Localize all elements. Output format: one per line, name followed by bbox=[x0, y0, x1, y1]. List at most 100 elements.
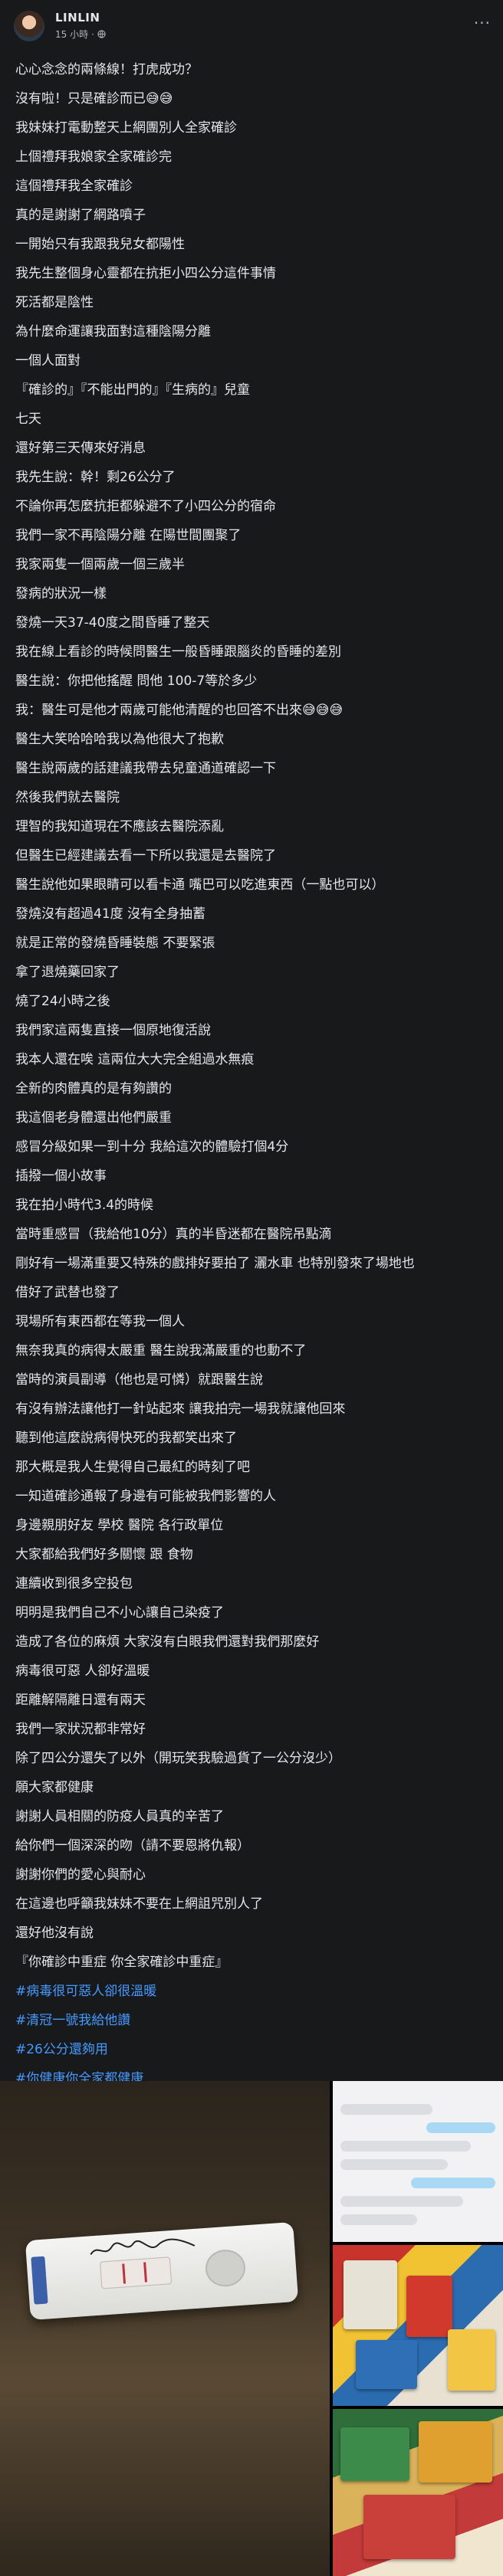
chat-bubble bbox=[340, 2141, 471, 2152]
photo-thumbnails bbox=[333, 2081, 503, 2576]
post-line: 我在線上看診的時候問醫生一般昏睡跟腦炎的昏睡的差別 bbox=[15, 644, 341, 660]
post-meta: 15 小時 · bbox=[55, 28, 106, 41]
post-line: 心心念念的兩條線！打虎成功？ bbox=[15, 62, 198, 77]
chat-bubble bbox=[426, 2122, 495, 2133]
post-line: 當時的演員副導（他也是可憐）就跟醫生說 bbox=[15, 1372, 263, 1388]
post-line: 還好他沒有說 bbox=[15, 1925, 94, 1941]
chat-bubble bbox=[340, 2104, 432, 2115]
post-line: 身邊親朋好友 學校 醫院 各行政單位 bbox=[15, 1518, 224, 1533]
post-line: 連續收到很多空投包 bbox=[15, 1576, 133, 1591]
food-package bbox=[419, 2421, 492, 2483]
post-line: 我這個老身體還出他們嚴重 bbox=[15, 1110, 172, 1126]
post-line: 我妹妹打電動整天上網團別人全家確診 bbox=[15, 120, 237, 136]
meta-separator: · bbox=[91, 28, 94, 40]
post-line: 一開始只有我跟我兒女都陽性 bbox=[15, 237, 185, 252]
post-line: 為什麼命運讓我面對這種陰陽分離 bbox=[15, 324, 211, 339]
post-line: 當時重感冒（我給他10分）真的半昏迷都在醫院吊點滴 bbox=[15, 1227, 332, 1242]
post-line: 在這邊也呼籲我妹妹不要在上網詛咒別人了 bbox=[15, 1896, 263, 1912]
post-line: 給你們一個深深的吻（請不要恩將仇報） bbox=[15, 1838, 250, 1853]
hashtag-link[interactable]: #清冠一號我給他讚 bbox=[15, 2006, 491, 2035]
kit-brand-label bbox=[31, 2256, 48, 2305]
food-package bbox=[340, 2427, 409, 2481]
post-line: 拿了退燒藥回家了 bbox=[15, 965, 120, 980]
photo-test-kit[interactable] bbox=[0, 2081, 330, 2576]
post-line: 還好第三天傳來好消息 bbox=[15, 441, 146, 456]
post-line: 我們家這兩隻直接一個原地復活說 bbox=[15, 1023, 211, 1038]
kit-sample-well bbox=[204, 2248, 247, 2288]
post-line: 距離解隔離日還有兩天 bbox=[15, 1693, 146, 1708]
post-line: 我本人還在唉 這兩位大大完全組過水無痕 bbox=[15, 1052, 255, 1067]
photo-chat-screenshot[interactable] bbox=[333, 2081, 503, 2242]
post-line: 一個人面對 bbox=[15, 353, 81, 369]
post-line: 真的是謝謝了網路噴子 bbox=[15, 208, 146, 223]
post-line: 『確診的』『不能出門的』『生病的』兒童 bbox=[15, 382, 250, 398]
post-line: 我：醫生可是他才兩歲可能他清醒的也回答不出來😅😅😅 bbox=[15, 703, 344, 718]
food-package bbox=[356, 2340, 417, 2389]
chat-bubble bbox=[340, 2159, 448, 2170]
photo-snacks[interactable] bbox=[333, 2409, 503, 2576]
test-line bbox=[143, 2262, 147, 2283]
food-package bbox=[406, 2276, 452, 2337]
post-line: 聽到他這麼說病得快死的我都笑出來了 bbox=[15, 1431, 237, 1446]
post-line: 這個禮拜我全家確診 bbox=[15, 179, 133, 194]
kit-result-window bbox=[99, 2256, 173, 2289]
post-line: 就是正常的發燒昏睡裝態 不要緊張 bbox=[15, 936, 215, 951]
facebook-post: LINLIN 15 小時 · ··· 心心念念的兩條線！打虎成功？ 沒有啦！只是確… bbox=[0, 0, 503, 2576]
post-line: 死活都是陰性 bbox=[15, 295, 94, 310]
chat-bubble bbox=[340, 2214, 417, 2225]
post-line: 病毒很可惡 人卻好溫暖 bbox=[15, 1663, 150, 1679]
control-line bbox=[122, 2263, 127, 2284]
post-line: 我們一家狀況都非常好 bbox=[15, 1722, 146, 1737]
post-line: 無奈我真的病得太嚴重 醫生說我滿嚴重的也動不了 bbox=[15, 1343, 307, 1358]
post-line: 我先生說：幹！剩26公分了 bbox=[15, 470, 176, 485]
more-options-button[interactable]: ··· bbox=[474, 14, 491, 32]
post-line: 現場所有東西都在等我一個人 bbox=[15, 1314, 185, 1329]
post-line: 剛好有一場滿重要又特殊的戲排好要拍了 灑水車 也特別發來了場地也 bbox=[15, 1256, 415, 1271]
post-line: 不論你再怎麼抗拒都躲避不了小四公分的宿命 bbox=[15, 499, 276, 514]
post-line: 發病的狀況一樣 bbox=[15, 586, 107, 601]
food-package bbox=[448, 2329, 495, 2391]
post-line: 上個禮拜我娘家全家確診完 bbox=[15, 149, 172, 165]
hashtag-link[interactable]: #26公分還夠用 bbox=[15, 2035, 491, 2064]
food-package bbox=[363, 2495, 455, 2559]
photo-grid[interactable] bbox=[0, 2081, 503, 2576]
post-line: 除了四公分還失了以外（開玩笑我驗過貨了一公分沒少） bbox=[15, 1751, 341, 1766]
post-header: LINLIN 15 小時 · ··· bbox=[0, 0, 503, 49]
post-line: 然後我們就去醫院 bbox=[15, 790, 120, 805]
post-line: 理智的我知道現在不應該去醫院添亂 bbox=[15, 819, 224, 834]
post-line: 插撥一個小故事 bbox=[15, 1168, 107, 1184]
post-line: 願大家都健康 bbox=[15, 1780, 94, 1795]
post-line: 有沒有辦法讓他打一針站起來 讓我拍完一場我就讓他回來 bbox=[15, 1401, 346, 1417]
post-line: 沒有啦！只是確診而已😅😅 bbox=[15, 91, 173, 107]
post-line: 我家兩隻一個兩歲一個三歲半 bbox=[15, 557, 185, 572]
post-line: 大家都給我們好多關懷 跟 食物 bbox=[15, 1547, 193, 1562]
food-package bbox=[344, 2260, 397, 2329]
globe-icon bbox=[97, 30, 106, 38]
author-avatar[interactable] bbox=[14, 11, 44, 41]
photo-food-packages[interactable] bbox=[333, 2245, 503, 2406]
hashtag-link[interactable]: #病毒很可惡人卻很溫暖 bbox=[15, 1977, 491, 2006]
post-line: 但醫生已經建議去看一下所以我還是去醫院了 bbox=[15, 848, 276, 864]
post-line: 全新的肉體真的是有夠讚的 bbox=[15, 1081, 172, 1096]
chat-bubble bbox=[411, 2178, 495, 2188]
post-line: 發燒一天37-40度之間昏睡了整天 bbox=[15, 615, 210, 631]
author-name[interactable]: LINLIN bbox=[55, 11, 100, 25]
handwriting-scribble bbox=[90, 2238, 196, 2256]
post-line: 醫生說兩歲的話建議我帶去兒童通道確認一下 bbox=[15, 761, 276, 776]
post-line: 『你確診中重症 你全家確診中重症』 bbox=[15, 1955, 228, 1970]
post-line: 感冒分級如果一到十分 我給這次的體驗打個4分 bbox=[15, 1139, 289, 1155]
post-line: 我先生整個身心靈都在抗拒小四公分這件事情 bbox=[15, 266, 276, 281]
post-line: 發燒沒有超過41度 沒有全身抽蓄 bbox=[15, 906, 206, 922]
post-line: 謝謝你們的愛心與耐心 bbox=[15, 1867, 146, 1883]
post-time[interactable]: 15 小時 bbox=[55, 28, 88, 41]
post-line: 醫生說他如果眼睛可以看卡通 嘴巴可以吃進東西（一點也可以） bbox=[15, 877, 385, 893]
post-line: 燒了24小時之後 bbox=[15, 994, 110, 1009]
rapid-test-kit bbox=[25, 2221, 299, 2321]
post-line: 我在拍小時代3.4的時候 bbox=[15, 1198, 154, 1213]
post-line: 醫生大笑哈哈哈我以為他很大了抱歉 bbox=[15, 732, 224, 747]
post-line: 七天 bbox=[15, 411, 41, 427]
post-line: 醫生說：你把他搖醒 問他 100-7等於多少 bbox=[15, 673, 258, 689]
post-line: 借好了武替也發了 bbox=[15, 1285, 120, 1300]
post-line: 我們一家不再陰陽分離 在陽世間團聚了 bbox=[15, 528, 242, 543]
post-line: 造成了各位的麻煩 大家沒有白眼我們還對我們那麼好 bbox=[15, 1634, 320, 1650]
